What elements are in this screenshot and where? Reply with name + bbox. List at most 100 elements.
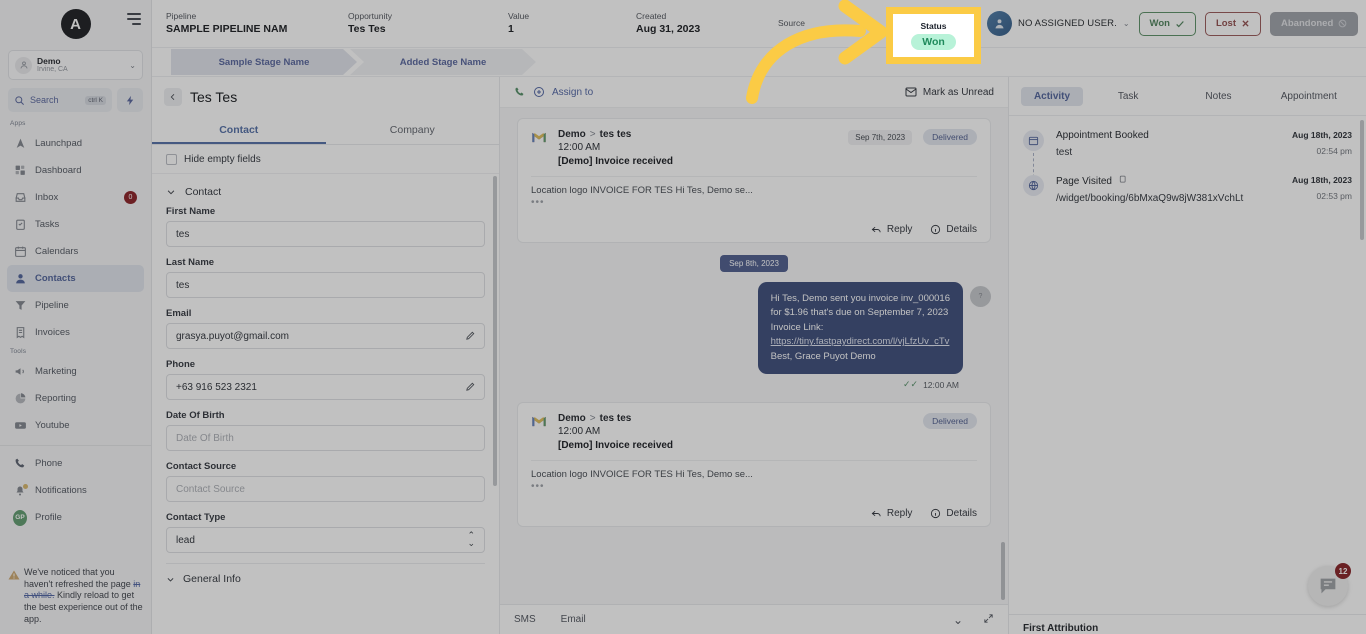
edit-pencil-icon[interactable] <box>465 330 476 344</box>
header-pipeline: Pipeline SAMPLE PIPELINE NAM <box>152 11 334 37</box>
contact-panel-header: Tes Tes <box>152 77 499 117</box>
sidebar-item-dashboard[interactable]: Dashboard <box>7 157 144 184</box>
tab-email[interactable]: Email <box>561 614 586 625</box>
last-name-input[interactable]: tes <box>166 272 485 298</box>
tab-appointment[interactable]: Appointment <box>1264 87 1354 106</box>
tab-contact[interactable]: Contact <box>152 117 326 144</box>
abandoned-button[interactable]: Abandoned <box>1270 11 1359 36</box>
tab-notes[interactable]: Notes <box>1173 87 1263 106</box>
activity-panel-scrollbar[interactable] <box>1360 120 1364 240</box>
activity-item-page-visited[interactable]: Page Visited /widget/booking/6bMxaQ9w8jW… <box>1023 175 1352 204</box>
assignee-selector[interactable]: NO ASSIGNED USER. ⌄ <box>987 11 1130 36</box>
activity-item-appointment[interactable]: Appointment Booked test Aug 18th, 2023 0… <box>1023 130 1352 183</box>
reply-label: Reply <box>886 508 913 520</box>
quick-actions-button[interactable] <box>117 88 143 112</box>
gmail-icon <box>532 132 546 143</box>
sidebar-label: Dashboard <box>35 165 82 176</box>
sidebar-item-calendars[interactable]: Calendars <box>7 238 144 265</box>
location-switcher[interactable]: Demo Irvine, CA ⌄ <box>8 50 143 80</box>
chat-bubble-icon <box>1320 578 1336 594</box>
contact-group-header[interactable]: Contact <box>166 174 485 206</box>
avatar-icon: GP <box>13 509 27 526</box>
conversation-scrollbar[interactable] <box>1001 542 1005 600</box>
sidebar-item-youtube[interactable]: Youtube <box>7 412 144 439</box>
hide-empty-fields-row[interactable]: Hide empty fields <box>152 145 499 174</box>
expand-dots-icon[interactable]: ••• <box>531 481 977 492</box>
sidebar-item-pipeline[interactable]: Pipeline <box>7 292 144 319</box>
header-source: Source <box>764 18 850 29</box>
reply-button[interactable]: Reply <box>871 224 913 235</box>
contact-source-input[interactable]: Contact Source <box>166 476 485 502</box>
assign-to-button[interactable]: Assign to <box>514 86 593 98</box>
sidebar-label: Contacts <box>35 273 76 284</box>
tab-activity[interactable]: Activity <box>1021 86 1083 106</box>
first-attribution-header: First Attribution <box>1023 623 1099 634</box>
tab-sms[interactable]: SMS <box>514 614 536 625</box>
sms-invoice-link[interactable]: https://tiny.fastpaydirect.com/l/vjLfzUv… <box>771 335 950 349</box>
double-chevron-down-icon[interactable]: ⌄ <box>953 613 963 627</box>
stage-tab-sample[interactable]: Sample Stage Name <box>171 49 357 75</box>
value-label: Value <box>508 10 530 21</box>
email-message-card[interactable]: Demo > tes tes 12:00 AM [Demo] Invoice rec… <box>517 402 991 528</box>
sidebar-label: Profile <box>35 512 62 523</box>
double-check-icon: ✓✓ <box>902 379 919 390</box>
details-button[interactable]: Details <box>930 224 977 235</box>
tab-label: Contact <box>219 124 259 136</box>
stage-tab-added[interactable]: Added Stage Name <box>350 49 536 75</box>
sidebar-item-notifications[interactable]: Notifications <box>7 477 144 504</box>
envelope-icon <box>905 87 917 97</box>
contact-type-select[interactable]: lead ⌃ ⌄ <box>166 527 485 553</box>
hide-empty-fields-checkbox[interactable] <box>166 153 177 165</box>
edit-pencil-icon[interactable] <box>465 381 476 395</box>
field-value: lead <box>176 534 195 546</box>
chat-widget-button[interactable]: 12 <box>1308 563 1351 606</box>
email-message-card[interactable]: Demo > tes tes 12:00 AM [Demo] Invoice rec… <box>517 118 991 243</box>
sms-bubble[interactable]: Hi Tes, Demo sent you invoice inv_000016… <box>757 282 963 375</box>
email-field[interactable]: grasya.puyot@gmail.com <box>166 323 485 349</box>
app-logo[interactable]: A <box>60 9 91 39</box>
reply-button[interactable]: Reply <box>871 508 913 520</box>
details-button[interactable]: Details <box>930 508 977 519</box>
phone-field[interactable]: +63 916 523 2321 <box>166 374 485 400</box>
status-badge-highlight[interactable]: Status Won <box>886 7 981 64</box>
tab-task[interactable]: Task <box>1083 87 1173 106</box>
tab-label: Task <box>1117 90 1139 102</box>
mark-as-unread-button[interactable]: Mark as Unread <box>905 87 994 98</box>
reply-label: Reply <box>886 224 913 235</box>
expand-icon[interactable] <box>983 611 994 629</box>
search-input[interactable]: Search ctrl K <box>8 88 112 112</box>
hide-empty-fields-label: Hide empty fields <box>184 153 261 165</box>
general-info-group-header[interactable]: General Info <box>166 564 485 585</box>
email-subject: [Demo] Invoice received <box>558 156 674 167</box>
expand-dots-icon[interactable]: ••• <box>531 197 977 208</box>
won-button[interactable]: Won <box>1138 11 1196 36</box>
sidebar-label: Invoices <box>35 327 70 338</box>
warning-icon <box>8 570 20 580</box>
date-of-birth-input[interactable]: Date Of Birth <box>166 425 485 451</box>
copy-icon[interactable] <box>1118 175 1127 187</box>
lost-button[interactable]: Lost <box>1204 11 1262 36</box>
sidebar-item-contacts[interactable]: Contacts <box>7 265 144 292</box>
activity-time: 02:54 pm <box>1316 146 1352 156</box>
sidebar-item-phone[interactable]: Phone <box>7 450 144 477</box>
hamburger-icon[interactable] <box>127 13 141 25</box>
field-label: Last Name <box>166 257 215 268</box>
pipeline-label: Pipeline <box>166 10 197 21</box>
field-phone: Phone +63 916 523 2321 <box>166 359 485 400</box>
email-status-badge: Delivered <box>923 413 977 430</box>
pie-chart-icon <box>13 392 27 406</box>
sidebar-item-invoices[interactable]: Invoices <box>7 319 144 346</box>
first-name-input[interactable]: tes <box>166 221 485 247</box>
activity-panel-tabs: Activity Task Notes Appointment <box>1009 77 1366 115</box>
contact-panel-scrollbar[interactable] <box>493 176 497 486</box>
tab-label: Notes <box>1205 90 1232 102</box>
sidebar-item-marketing[interactable]: Marketing <box>7 358 144 385</box>
sidebar-item-tasks[interactable]: Tasks <box>7 211 144 238</box>
back-button[interactable] <box>164 88 182 106</box>
apps-section-label: Apps <box>10 120 26 127</box>
sidebar-item-launchpad[interactable]: Launchpad <box>7 130 144 157</box>
sidebar-item-profile[interactable]: GP Profile <box>7 504 144 531</box>
sidebar-item-inbox[interactable]: Inbox 0 <box>7 184 144 211</box>
sidebar-item-reporting[interactable]: Reporting <box>7 385 144 412</box>
tab-company[interactable]: Company <box>326 117 500 144</box>
